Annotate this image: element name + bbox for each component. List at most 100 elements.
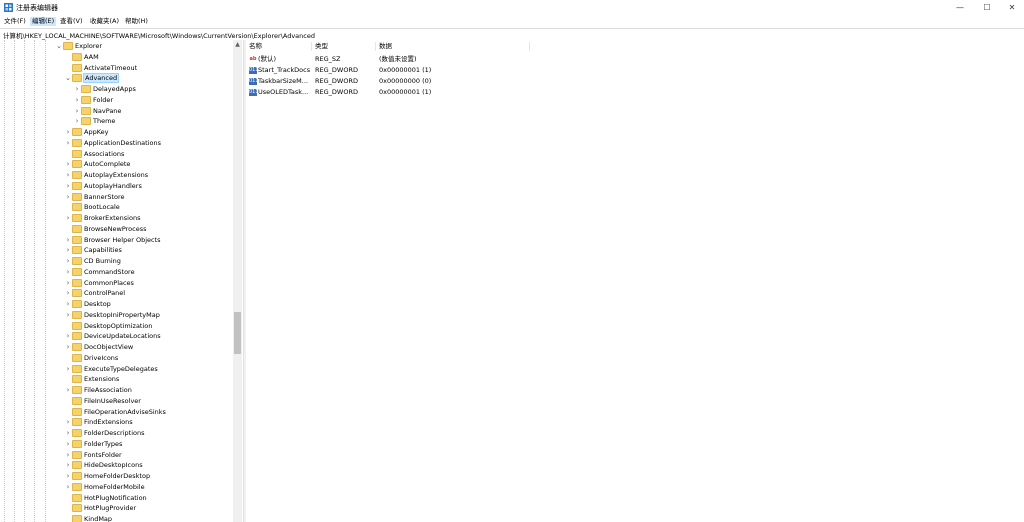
tree-item-label[interactable]: AutoplayHandlers	[83, 181, 143, 191]
close-button[interactable]: ✕	[1000, 0, 1024, 15]
menu-help[interactable]: 帮助(H)	[123, 17, 150, 26]
tree-item[interactable]: ⌄ Advanced	[0, 73, 232, 84]
menu-favorites[interactable]: 收藏夹(A)	[88, 17, 121, 26]
tree-item-label[interactable]: BootLocale	[83, 202, 121, 212]
tree-item-label[interactable]: FolderTypes	[83, 439, 123, 449]
chevron-right-icon[interactable]: ›	[64, 235, 72, 245]
chevron-right-icon[interactable]: ›	[64, 439, 72, 449]
tree-item[interactable]: › FindExtensions	[0, 417, 232, 427]
chevron-right-icon[interactable]: ›	[64, 299, 72, 309]
chevron-right-icon[interactable]: ›	[64, 181, 72, 191]
column-header-type[interactable]: 类型	[312, 42, 376, 51]
tree-item-label[interactable]: CD Burning	[83, 256, 122, 266]
tree-item-label[interactable]: NavPane	[92, 106, 122, 116]
tree-item[interactable]: › NavPane	[0, 106, 232, 116]
tree-item[interactable]: › ApplicationDestinations	[0, 138, 232, 148]
tree-item-label[interactable]: KindMap	[83, 514, 113, 522]
chevron-right-icon[interactable]: ›	[64, 385, 72, 395]
chevron-right-icon[interactable]: ›	[64, 450, 72, 460]
tree-item-label[interactable]: CommonPlaces	[83, 278, 135, 288]
value-name[interactable]: (默认)	[258, 54, 276, 65]
tree-item[interactable]: › FolderDescriptions	[0, 428, 232, 438]
tree-item-label[interactable]: FileAssociation	[83, 385, 133, 395]
tree-item[interactable]: FileInUseResolver	[0, 396, 232, 406]
chevron-right-icon[interactable]: ›	[73, 106, 81, 116]
tree-item-label[interactable]: Extensions	[83, 374, 120, 384]
tree-item-label[interactable]: FileOperationAdviseSinks	[83, 407, 167, 417]
tree-item[interactable]: › CommandStore	[0, 267, 232, 277]
chevron-right-icon[interactable]: ›	[73, 84, 81, 94]
tree-scroll-thumb[interactable]	[234, 312, 241, 354]
chevron-right-icon[interactable]: ›	[64, 471, 72, 481]
tree-item[interactable]: › BrokerExtensions	[0, 213, 232, 223]
tree-item[interactable]: › FontsFolder	[0, 450, 232, 460]
tree-item[interactable]: › DelayedApps	[0, 84, 232, 94]
tree-item-label[interactable]: DesktopOptimization	[83, 321, 153, 331]
chevron-right-icon[interactable]: ›	[64, 138, 72, 148]
tree-item[interactable]: › DocObjectView	[0, 342, 232, 352]
value-name[interactable]: TaskbarSizeM...	[258, 76, 308, 87]
chevron-right-icon[interactable]: ›	[64, 127, 72, 137]
tree-item-label[interactable]: FindExtensions	[83, 417, 134, 427]
value-row[interactable]: ab (默认) REG_SZ (数值未设置)	[246, 54, 646, 65]
address-path[interactable]: 计算机\HKEY_LOCAL_MACHINE\SOFTWARE\Microsof…	[3, 30, 315, 40]
tree-item-label[interactable]: DeviceUpdateLocations	[83, 331, 162, 341]
tree-item-label[interactable]: BrowseNewProcess	[83, 224, 148, 234]
chevron-right-icon[interactable]: ›	[64, 331, 72, 341]
chevron-right-icon[interactable]: ›	[64, 417, 72, 427]
tree-item-label[interactable]: Advanced	[83, 73, 120, 84]
tree-item[interactable]: DriveIcons	[0, 353, 232, 363]
tree-item-label[interactable]: CommandStore	[83, 267, 136, 277]
chevron-right-icon[interactable]: ›	[64, 267, 72, 277]
tree-item[interactable]: › FileAssociation	[0, 385, 232, 395]
tree-item[interactable]: FileOperationAdviseSinks	[0, 407, 232, 417]
chevron-right-icon[interactable]: ›	[64, 342, 72, 352]
value-row[interactable]: 011 UseOLEDTask... REG_DWORD 0x00000001 (1)	[246, 87, 646, 98]
tree-item[interactable]: Extensions	[0, 374, 232, 384]
tree-item[interactable]: HotPlugProvider	[0, 503, 232, 513]
tree-item-label[interactable]: ActivateTimeout	[83, 63, 138, 73]
tree-item-label[interactable]: Capabilities	[83, 245, 123, 255]
tree-item[interactable]: › Desktop	[0, 299, 232, 309]
value-name[interactable]: UseOLEDTask...	[258, 87, 308, 98]
tree-item[interactable]: › BannerStore	[0, 192, 232, 202]
chevron-right-icon[interactable]: ›	[64, 256, 72, 266]
tree-item[interactable]: › HomeFolderMobile	[0, 482, 232, 492]
chevron-right-icon[interactable]: ›	[64, 278, 72, 288]
tree-item-label[interactable]: Theme	[92, 116, 116, 126]
tree-item[interactable]: BootLocale	[0, 202, 232, 212]
tree-item-label[interactable]: AppKey	[83, 127, 109, 137]
tree-item[interactable]: DesktopOptimization	[0, 321, 232, 331]
tree-item[interactable]: Associations	[0, 149, 232, 159]
tree-item[interactable]: ActivateTimeout	[0, 63, 232, 73]
tree-item-label[interactable]: FolderDescriptions	[83, 428, 146, 438]
tree-item-label[interactable]: DelayedApps	[92, 84, 137, 94]
tree-item[interactable]: › HomeFolderDesktop	[0, 471, 232, 481]
tree-item[interactable]: › Capabilities	[0, 245, 232, 255]
chevron-right-icon[interactable]: ›	[64, 460, 72, 470]
tree-item-label[interactable]: Browser Helper Objects	[83, 235, 162, 245]
chevron-right-icon[interactable]: ›	[64, 482, 72, 492]
tree-item-label[interactable]: ExecuteTypeDelegates	[83, 364, 159, 374]
tree-item-label[interactable]: FileInUseResolver	[83, 396, 142, 406]
tree-item-label[interactable]: DocObjectView	[83, 342, 134, 352]
value-row[interactable]: 011 Start_TrackDocs REG_DWORD 0x00000001 (1…	[246, 65, 646, 76]
value-name[interactable]: Start_TrackDocs	[258, 65, 310, 76]
chevron-right-icon[interactable]: ›	[64, 288, 72, 298]
tree-item[interactable]: AAM	[0, 52, 232, 62]
tree-item-label[interactable]: Associations	[83, 149, 125, 159]
tree-item-label[interactable]: DesktopIniPropertyMap	[83, 310, 161, 320]
tree-item[interactable]: › AutoplayHandlers	[0, 181, 232, 191]
tree-scrollbar[interactable]: ▲	[233, 40, 242, 522]
tree-item[interactable]: › FolderTypes	[0, 439, 232, 449]
tree-item-label[interactable]: HideDesktopIcons	[83, 460, 144, 470]
chevron-right-icon[interactable]: ›	[73, 95, 81, 105]
menu-file[interactable]: 文件(F)	[2, 17, 28, 26]
tree-item[interactable]: › Browser Helper Objects	[0, 235, 232, 245]
chevron-right-icon[interactable]: ›	[64, 192, 72, 202]
tree-item[interactable]: › AutoplayExtensions	[0, 170, 232, 180]
tree-item-label[interactable]: ControlPanel	[83, 288, 126, 298]
chevron-down-icon[interactable]: ⌄	[64, 73, 72, 83]
key-tree-pane[interactable]: ⌄ Explorer AAM ActivateTimeout ⌄ Advanced › Del…	[0, 40, 243, 522]
tree-item-label[interactable]: HomeFolderDesktop	[83, 471, 151, 481]
